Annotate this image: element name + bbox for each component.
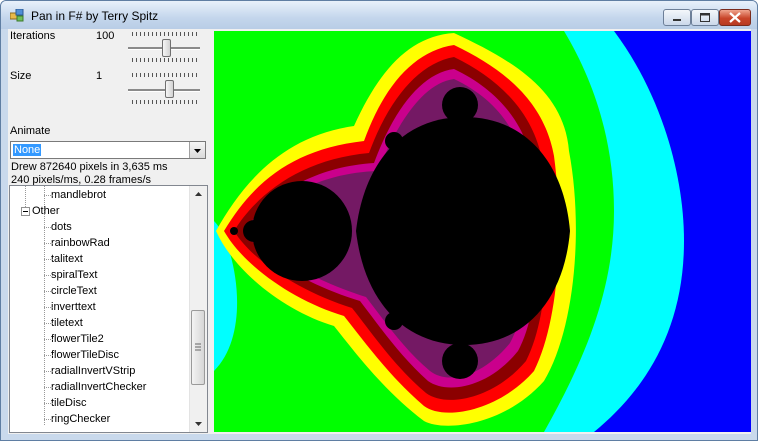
tree-line: [44, 243, 53, 244]
tree-node-item[interactable]: talitext: [51, 251, 83, 267]
tree-line: [44, 195, 53, 196]
iterations-ticks-top: [132, 32, 197, 36]
scroll-up-icon: [195, 192, 202, 196]
tree-line: [44, 186, 45, 426]
tree-node-item[interactable]: flowerTileDisc: [51, 347, 119, 363]
tree-scrollbar[interactable]: [189, 186, 207, 432]
tree-line: [44, 371, 53, 372]
tree-line: [44, 227, 53, 228]
animate-selected-value: None: [13, 144, 42, 156]
close-button[interactable]: [719, 9, 751, 26]
animate-select[interactable]: None: [10, 141, 206, 159]
status-timing: Drew 872640 pixels in 3,635 ms: [11, 161, 168, 173]
iterations-thumb[interactable]: [162, 39, 171, 57]
render-canvas[interactable]: [214, 31, 751, 432]
window-title: Pan in F# by Terry Spitz: [31, 9, 159, 23]
iterations-value: 100: [96, 30, 115, 42]
minimize-icon: [673, 19, 681, 21]
scroll-down-button[interactable]: [190, 415, 207, 432]
animate-label: Animate: [10, 125, 51, 137]
scroll-up-button[interactable]: [190, 186, 207, 203]
scroll-down-icon: [195, 422, 202, 426]
size-value: 1: [96, 70, 103, 82]
tree-line: [44, 323, 53, 324]
tree-node-item[interactable]: dots: [51, 219, 72, 235]
tree-node-category[interactable]: Other: [32, 203, 60, 219]
tree-line: [44, 291, 53, 292]
grip-icon: [195, 343, 201, 351]
tree-line: [44, 419, 53, 420]
size-track: [128, 89, 200, 92]
iterations-ticks-bottom: [132, 58, 197, 62]
maximize-icon: [700, 13, 710, 22]
tree-node-item[interactable]: radialInvertVStrip: [51, 363, 135, 379]
scroll-thumb[interactable]: [191, 310, 205, 385]
tree-line: [44, 403, 53, 404]
close-icon: [729, 12, 741, 23]
size-ticks-bottom: [132, 100, 197, 104]
tree-node-item[interactable]: flowerTile2: [51, 331, 104, 347]
tree-line: [44, 387, 53, 388]
iterations-label: Iterations: [10, 30, 56, 42]
tree-node-item[interactable]: circleText: [51, 283, 97, 299]
tree-node-item[interactable]: spiralText: [51, 267, 97, 283]
tree-line: [44, 259, 53, 260]
tree-line: [44, 275, 53, 276]
size-ticks-top: [132, 73, 197, 77]
tree-line: [44, 339, 53, 340]
app-icon: [10, 9, 24, 22]
tree-node-item[interactable]: tiletext: [51, 315, 83, 331]
mandelbrot-render: [214, 31, 751, 432]
app-window: Pan in F# by Terry Spitz Iterations 100 …: [0, 0, 758, 441]
collapse-icon[interactable]: [21, 207, 30, 216]
dropdown-button[interactable]: [189, 142, 205, 158]
size-label: Size: [10, 70, 32, 82]
tree-node-item[interactable]: inverttext: [51, 299, 96, 315]
minimize-button[interactable]: [663, 9, 691, 26]
tree-line: [44, 307, 53, 308]
tree-line: [44, 355, 53, 356]
maximize-button[interactable]: [691, 9, 719, 26]
tree-node-item[interactable]: tileDisc: [51, 395, 86, 411]
tree-node-item[interactable]: mandlebrot: [51, 187, 106, 203]
tree-node-item[interactable]: rainbowRad: [51, 235, 110, 251]
size-thumb[interactable]: [165, 80, 174, 98]
chevron-down-icon: [194, 149, 201, 153]
effects-tree[interactable]: mandlebrot Other dots rainbowRad talitext spi…: [9, 185, 208, 433]
tree-node-item[interactable]: ringChecker: [51, 411, 110, 427]
title-bar[interactable]: Pan in F# by Terry Spitz: [1, 1, 757, 29]
tree-node-item[interactable]: radialInvertChecker: [51, 379, 146, 395]
client-area: Iterations 100 Size 1 Animate None Drew …: [8, 29, 751, 434]
